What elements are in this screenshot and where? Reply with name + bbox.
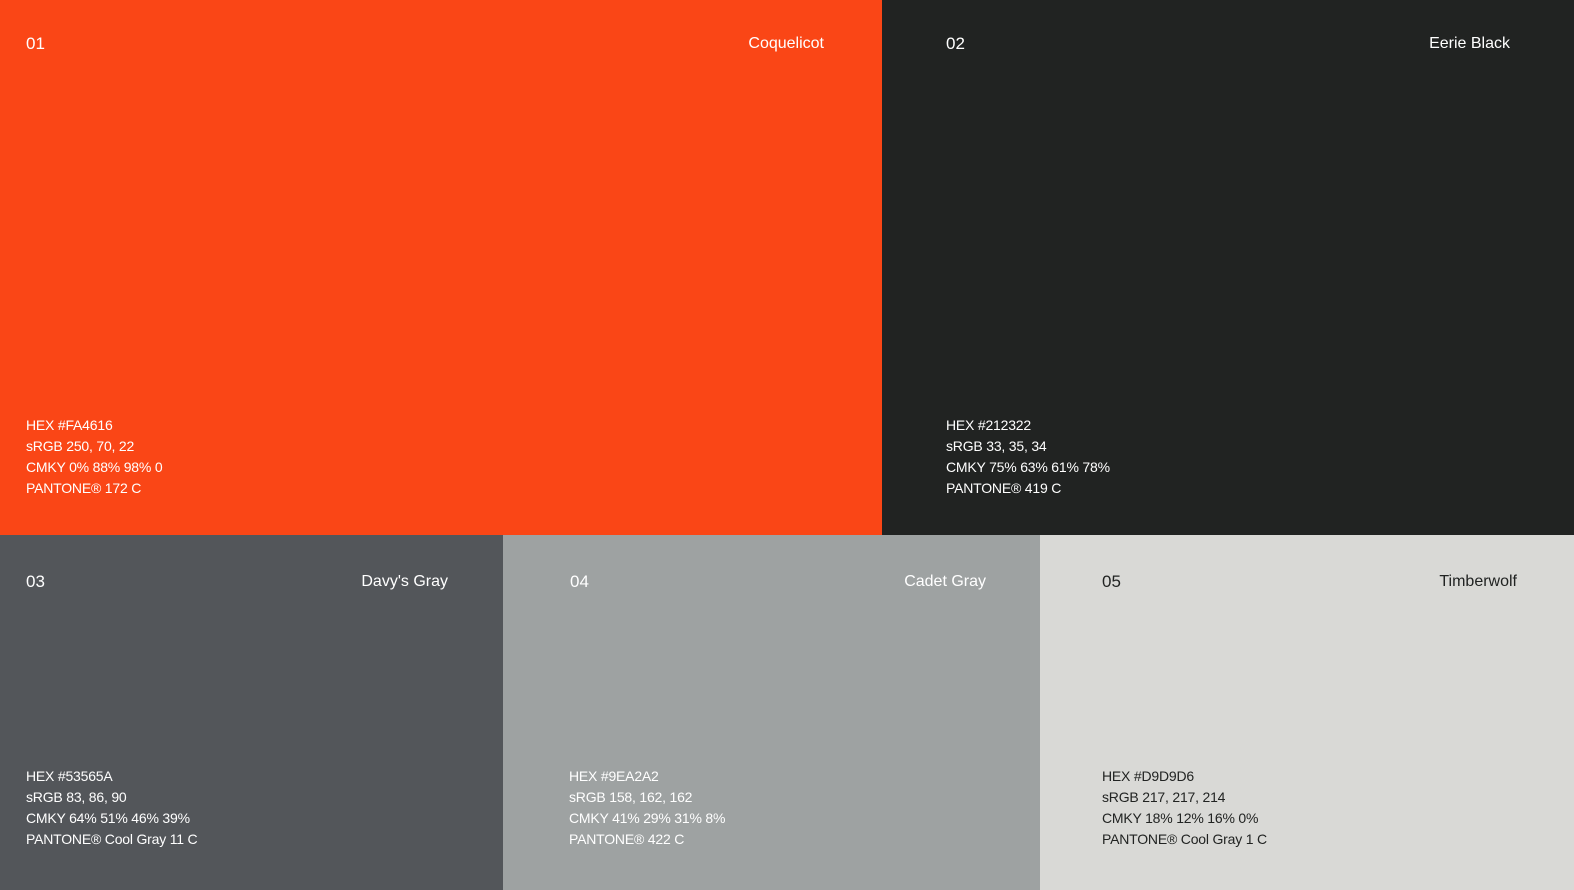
swatch-cadet-gray: 04 Cadet Gray HEX #9EA2A2 sRGB 158, 162,… — [503, 535, 1040, 890]
swatch-davys-gray: 03 Davy's Gray HEX #53565A sRGB 83, 86, … — [0, 535, 503, 890]
swatch-timberwolf: 05 Timberwolf HEX #D9D9D6 sRGB 217, 217,… — [1040, 535, 1574, 890]
pantone-value: PANTONE® 172 C — [26, 480, 142, 496]
swatch-number: 05 — [1102, 572, 1121, 591]
srgb-value: sRGB 83, 86, 90 — [26, 789, 127, 805]
swatch-number: 02 — [946, 34, 965, 53]
hex-value: HEX #FA4616 — [26, 417, 113, 433]
swatch-name: Coquelicot — [748, 35, 824, 52]
swatch-number: 03 — [26, 572, 45, 591]
cmyk-value: CMKY 64% 51% 46% 39% — [26, 810, 190, 826]
swatch-specs: HEX #FA4616 sRGB 250, 70, 22 CMKY 0% 88%… — [26, 415, 163, 499]
hex-value: HEX #53565A — [26, 768, 113, 784]
color-palette: 01 Coquelicot HEX #FA4616 sRGB 250, 70, … — [0, 0, 1574, 890]
swatch-number: 01 — [26, 34, 45, 53]
srgb-value: sRGB 33, 35, 34 — [946, 438, 1047, 454]
pantone-value: PANTONE® 422 C — [569, 831, 685, 847]
swatch-eerie-black: 02 Eerie Black HEX #212322 sRGB 33, 35, … — [882, 0, 1574, 535]
cmyk-value: CMKY 41% 29% 31% 8% — [569, 810, 726, 826]
hex-value: HEX #9EA2A2 — [569, 768, 659, 784]
swatch-number: 04 — [570, 572, 589, 591]
srgb-value: sRGB 158, 162, 162 — [569, 789, 693, 805]
pantone-value: PANTONE® Cool Gray 1 C — [1102, 831, 1267, 847]
swatch-specs: HEX #D9D9D6 sRGB 217, 217, 214 CMKY 18% … — [1102, 766, 1267, 850]
swatch-specs: HEX #9EA2A2 sRGB 158, 162, 162 CMKY 41% … — [569, 766, 725, 850]
swatch-name: Davy's Gray — [361, 573, 448, 590]
pantone-value: PANTONE® 419 C — [946, 480, 1062, 496]
hex-value: HEX #D9D9D6 — [1102, 768, 1194, 784]
pantone-value: PANTONE® Cool Gray 11 C — [26, 831, 198, 847]
swatch-name: Eerie Black — [1429, 35, 1510, 52]
swatch-specs: HEX #212322 sRGB 33, 35, 34 CMKY 75% 63%… — [946, 415, 1110, 499]
srgb-value: sRGB 217, 217, 214 — [1102, 789, 1226, 805]
hex-value: HEX #212322 — [946, 417, 1031, 433]
cmyk-value: CMKY 18% 12% 16% 0% — [1102, 810, 1259, 826]
swatch-name: Timberwolf — [1439, 573, 1517, 590]
cmyk-value: CMKY 0% 88% 98% 0 — [26, 459, 163, 475]
cmyk-value: CMKY 75% 63% 61% 78% — [946, 459, 1110, 475]
swatch-coquelicot: 01 Coquelicot HEX #FA4616 sRGB 250, 70, … — [0, 0, 882, 535]
swatch-name: Cadet Gray — [904, 573, 986, 590]
srgb-value: sRGB 250, 70, 22 — [26, 438, 135, 454]
swatch-specs: HEX #53565A sRGB 83, 86, 90 CMKY 64% 51%… — [26, 766, 198, 850]
